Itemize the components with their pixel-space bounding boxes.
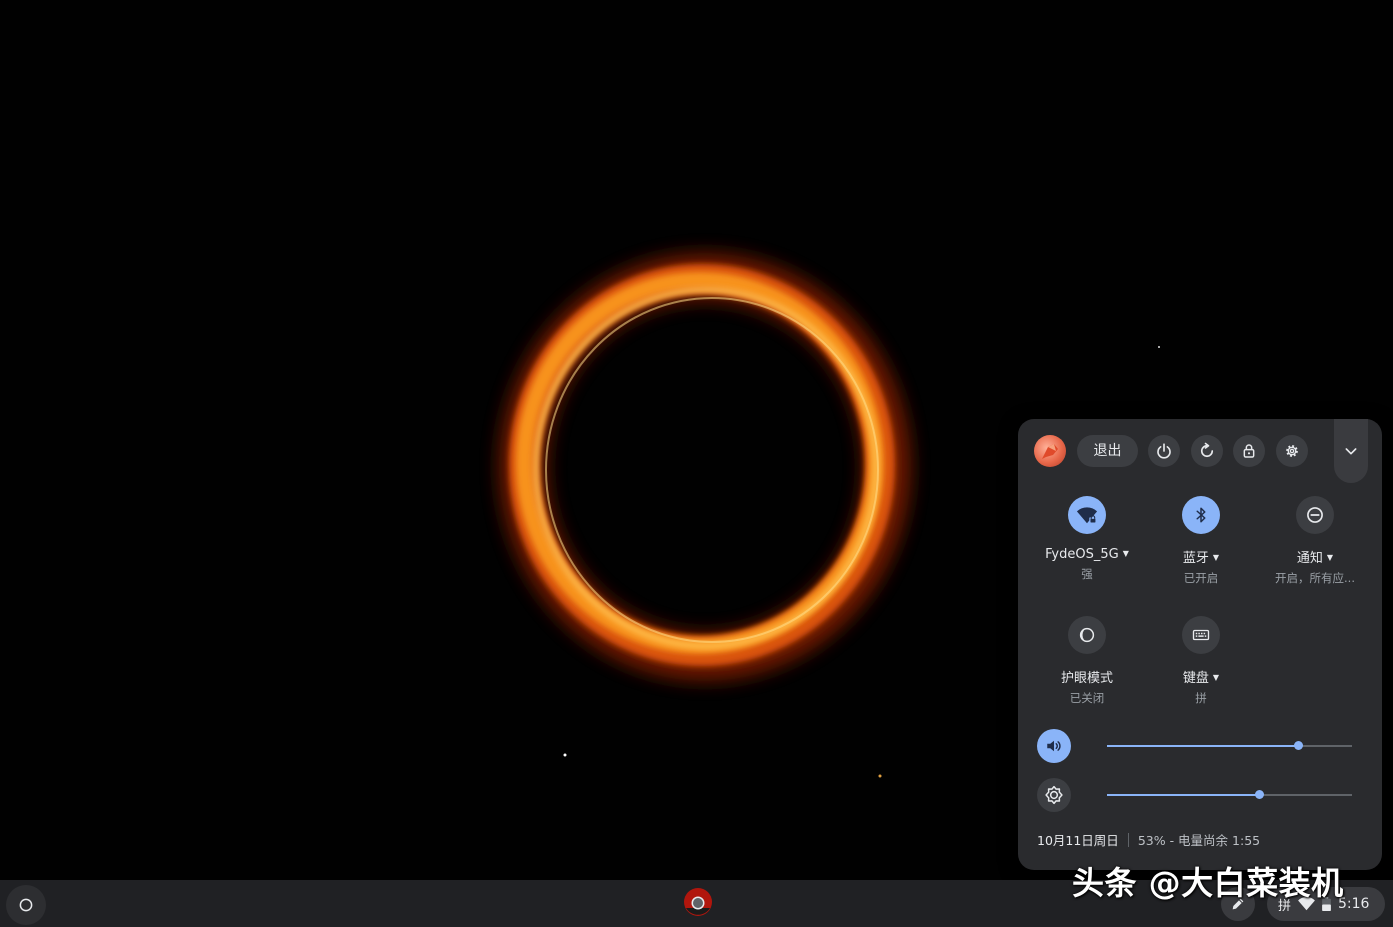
divider	[1127, 833, 1129, 847]
status-footer: 10月11日周日 53% - 电量尚余 1:55	[1037, 830, 1260, 849]
caret-down-icon[interactable]: ▼	[1213, 673, 1219, 682]
notifications-toggle[interactable]	[1296, 496, 1334, 534]
keyboard-toggle[interactable]	[1182, 616, 1220, 654]
brightness-icon	[1045, 785, 1063, 805]
chevron-down-icon	[1345, 448, 1357, 455]
watermark-text: 头条 @大白菜装机	[1072, 864, 1344, 902]
tile-night-light[interactable]: 护眼模式 已关闭	[1032, 616, 1142, 706]
wifi-lock-icon	[1076, 507, 1098, 524]
browser-app-icon	[684, 888, 712, 916]
tile-wifi[interactable]: FydeOS_5G ▼ 强	[1032, 496, 1142, 582]
volume-slider-fill	[1107, 745, 1299, 747]
restart-button[interactable]	[1191, 435, 1223, 467]
lock-icon	[1243, 444, 1255, 458]
settings-button[interactable]	[1276, 435, 1308, 467]
caret-down-icon[interactable]: ▼	[1327, 553, 1333, 562]
volume-icon	[1047, 740, 1061, 752]
night-light-sublabel: 已关闭	[1069, 691, 1105, 705]
power-button[interactable]	[1148, 435, 1180, 467]
night-light-icon	[1079, 627, 1095, 643]
caret-down-icon[interactable]: ▼	[1213, 553, 1219, 562]
tile-notifications[interactable]: 通知 ▼ 开启，所有应...	[1260, 496, 1370, 586]
bluetooth-icon	[1196, 507, 1206, 523]
lock-button[interactable]	[1233, 435, 1265, 467]
brightness-slider-thumb[interactable]	[1254, 790, 1264, 799]
brightness-slider-fill	[1107, 794, 1259, 796]
caret-down-icon[interactable]: ▼	[1123, 549, 1129, 558]
battery-label[interactable]: 53% - 电量尚余 1:55	[1138, 833, 1260, 848]
gear-icon	[1286, 445, 1298, 457]
do-not-disturb-icon	[1307, 507, 1323, 523]
brightness-button[interactable]	[1037, 778, 1071, 812]
wifi-sublabel: 强	[1081, 567, 1093, 581]
wifi-toggle[interactable]	[1068, 496, 1106, 534]
night-light-label: 护眼模式	[1060, 671, 1113, 686]
keyboard-label: 键盘	[1182, 671, 1209, 686]
notifications-label: 通知	[1296, 551, 1323, 566]
launcher-button[interactable]	[6, 885, 46, 925]
quick-settings-panel: 退出 FydeOS_5G ▼ 强 蓝牙 ▼ 已开启 通知 ▼ 开启，所有应...…	[1018, 419, 1382, 870]
collapse-button[interactable]	[1334, 419, 1368, 483]
launcher-icon	[19, 898, 33, 912]
signout-button[interactable]: 退出	[1077, 435, 1138, 467]
bluetooth-sublabel: 已开启	[1183, 571, 1219, 585]
night-light-toggle[interactable]	[1068, 616, 1106, 654]
shelf-app-browser[interactable]	[682, 886, 714, 918]
bluetooth-toggle[interactable]	[1182, 496, 1220, 534]
notifications-sublabel: 开启，所有应...	[1275, 571, 1355, 585]
power-icon	[1157, 443, 1171, 459]
date-label[interactable]: 10月11日周日	[1037, 833, 1119, 848]
volume-slider-thumb[interactable]	[1294, 741, 1304, 750]
volume-slider[interactable]	[1107, 741, 1352, 750]
wifi-label: FydeOS_5G	[1045, 547, 1119, 562]
tile-bluetooth[interactable]: 蓝牙 ▼ 已开启	[1146, 496, 1256, 586]
keyboard-sublabel: 拼	[1195, 691, 1207, 705]
user-avatar[interactable]	[1034, 435, 1066, 467]
volume-button[interactable]	[1037, 729, 1071, 763]
restart-icon	[1200, 442, 1214, 458]
bluetooth-label: 蓝牙	[1182, 551, 1209, 566]
tile-keyboard[interactable]: 键盘 ▼ 拼	[1146, 616, 1256, 706]
brightness-slider[interactable]	[1107, 790, 1352, 799]
keyboard-icon	[1192, 629, 1210, 641]
